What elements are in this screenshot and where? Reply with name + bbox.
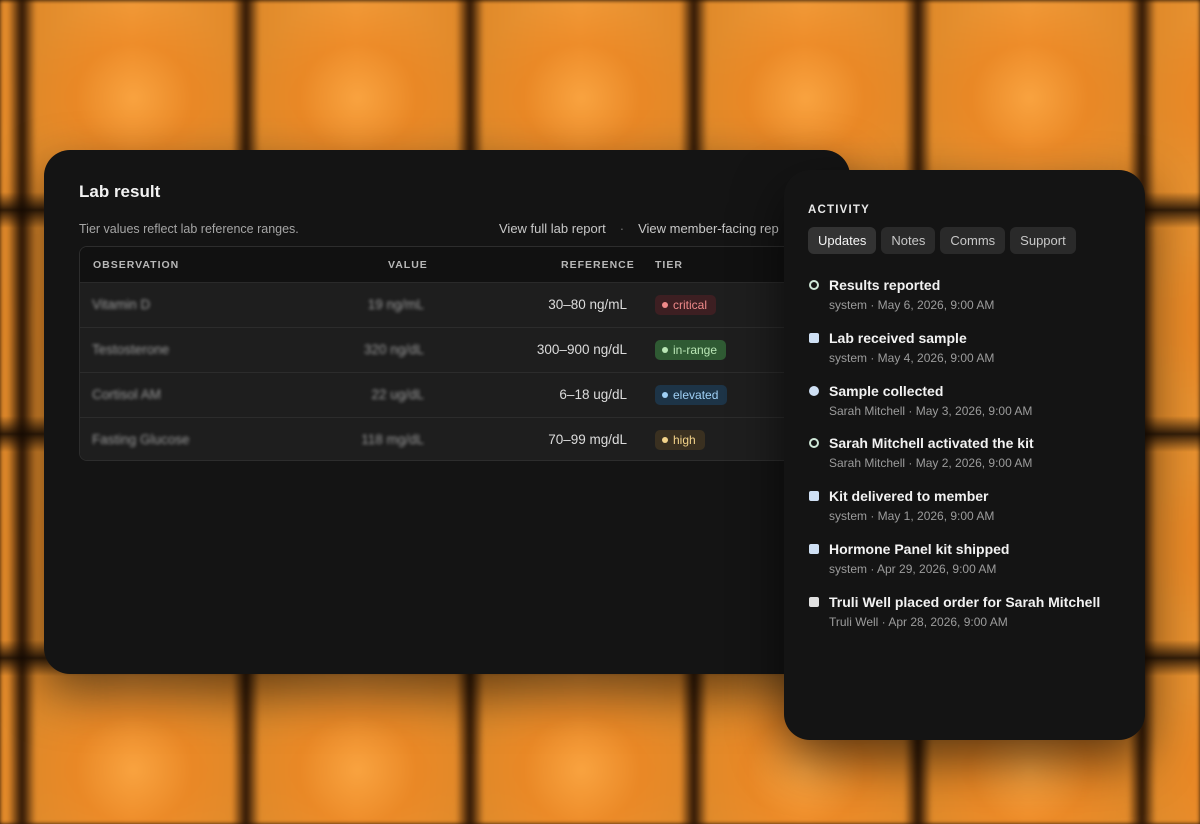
ring-icon bbox=[809, 438, 819, 449]
reference-cell: 6–18 ug/dL bbox=[559, 387, 627, 402]
tier-badge: elevated bbox=[655, 385, 728, 405]
table-row[interactable]: Vitamin D 19 ng/mL 30–80 ng/mL critical bbox=[80, 283, 850, 328]
activity-timeline: Results reported system · May 6, 2026, 9:… bbox=[808, 277, 1128, 647]
view-full-lab-report-link[interactable]: View full lab report bbox=[499, 221, 606, 236]
event-meta: system · May 4, 2026, 9:00 AM bbox=[829, 350, 995, 365]
activity-tabs: Updates Notes Comms Support bbox=[808, 227, 1076, 254]
tab-updates[interactable]: Updates bbox=[808, 227, 877, 254]
event-title: Kit delivered to member bbox=[829, 488, 989, 505]
tab-comms[interactable]: Comms bbox=[940, 227, 1006, 254]
event-title: Sample collected bbox=[829, 382, 944, 399]
event-meta: system · Apr 29, 2026, 9:00 AM bbox=[829, 561, 997, 576]
value-cell: 22 ug/dL bbox=[371, 387, 424, 402]
event-meta: Sarah Mitchell · May 2, 2026, 9:00 AM bbox=[829, 456, 1033, 471]
lab-result-title: Lab result bbox=[79, 182, 161, 201]
column-tier: TIER bbox=[655, 259, 683, 271]
reference-cell: 300–900 ng/dL bbox=[536, 342, 627, 357]
value-cell: 118 mg/dL bbox=[361, 432, 424, 447]
tab-support[interactable]: Support bbox=[1010, 227, 1076, 254]
event-meta: system · May 1, 2026, 9:00 AM bbox=[829, 509, 995, 524]
event-title: Sarah Mitchell activated the kit bbox=[829, 435, 1034, 452]
tier-badge: critical bbox=[655, 295, 717, 315]
lab-result-subtitle: Tier values reflect lab reference ranges… bbox=[79, 222, 299, 236]
observation-cell: Fasting Glucose bbox=[92, 432, 190, 447]
view-member-facing-report-link[interactable]: View member-facing rep bbox=[638, 221, 779, 236]
activity-panel: ACTIVITY Updates Notes Comms Support Result… bbox=[784, 170, 1145, 740]
column-observation: OBSERVATION bbox=[93, 259, 180, 271]
square-icon bbox=[809, 543, 819, 554]
timeline-event: Sample collected Sarah Mitchell · May 3, … bbox=[808, 383, 1128, 436]
event-title: Results reported bbox=[829, 277, 941, 293]
table-header: OBSERVATION VALUE REFERENCE TIER bbox=[80, 247, 850, 283]
event-meta: Sarah Mitchell · May 3, 2026, 9:00 AM bbox=[829, 403, 1033, 418]
column-reference: REFERENCE bbox=[561, 259, 635, 271]
event-meta: Truli Well · Apr 28, 2026, 9:00 AM bbox=[829, 614, 1008, 629]
tier-badge: high bbox=[655, 430, 705, 450]
event-title: Truli Well placed order for Sarah Mitche… bbox=[829, 593, 1101, 610]
timeline-event: Kit delivered to member system · May 1, 2… bbox=[808, 488, 1128, 541]
reference-cell: 70–99 mg/dL bbox=[548, 432, 627, 447]
observation-cell: Testosterone bbox=[92, 342, 170, 357]
event-title: Hormone Panel kit shipped bbox=[829, 540, 1010, 557]
timeline-event: Truli Well placed order for Sarah Mitche… bbox=[808, 594, 1128, 647]
reference-cell: 30–80 ng/mL bbox=[548, 297, 627, 312]
ring-icon bbox=[809, 280, 819, 290]
link-separator: · bbox=[619, 221, 625, 236]
timeline-event: Results reported system · May 6, 2026, 9:… bbox=[808, 277, 1128, 330]
timeline-event: Hormone Panel kit shipped system · Apr 29… bbox=[808, 541, 1128, 594]
activity-heading: ACTIVITY bbox=[808, 204, 870, 216]
dot-icon bbox=[809, 385, 819, 396]
lab-links: View full lab report · View member-facing … bbox=[499, 221, 779, 236]
timeline-event: Sarah Mitchell activated the kit Sarah Mi… bbox=[808, 435, 1128, 488]
lab-results-table: OBSERVATION VALUE REFERENCE TIER Vitamin… bbox=[79, 246, 850, 461]
lab-result-panel: Lab result Tier values reflect lab refer… bbox=[44, 150, 850, 674]
tier-badge: in-range bbox=[655, 340, 727, 360]
table-row[interactable]: Cortisol AM 22 ug/dL 6–18 ug/dL elevated bbox=[80, 373, 850, 418]
table-row[interactable]: Fasting Glucose 118 mg/dL 70–99 mg/dL high bbox=[80, 418, 850, 460]
observation-cell: Vitamin D bbox=[92, 297, 151, 312]
column-value: VALUE bbox=[388, 259, 428, 271]
square-gray-icon bbox=[809, 596, 819, 607]
table-row[interactable]: Testosterone 320 ng/dL 300–900 ng/dL in-ran… bbox=[80, 328, 850, 373]
event-title: Lab received sample bbox=[829, 329, 967, 346]
event-meta: system · May 6, 2026, 9:00 AM bbox=[829, 298, 995, 312]
value-cell: 19 ng/mL bbox=[367, 297, 424, 312]
observation-cell: Cortisol AM bbox=[92, 387, 162, 402]
square-icon bbox=[809, 491, 819, 502]
value-cell: 320 ng/dL bbox=[363, 342, 424, 357]
square-icon bbox=[809, 332, 819, 343]
table-body: Vitamin D 19 ng/mL 30–80 ng/mL critical Test… bbox=[80, 283, 850, 460]
timeline-event: Lab received sample system · May 4, 2026,… bbox=[808, 330, 1128, 383]
tab-notes[interactable]: Notes bbox=[881, 227, 936, 254]
